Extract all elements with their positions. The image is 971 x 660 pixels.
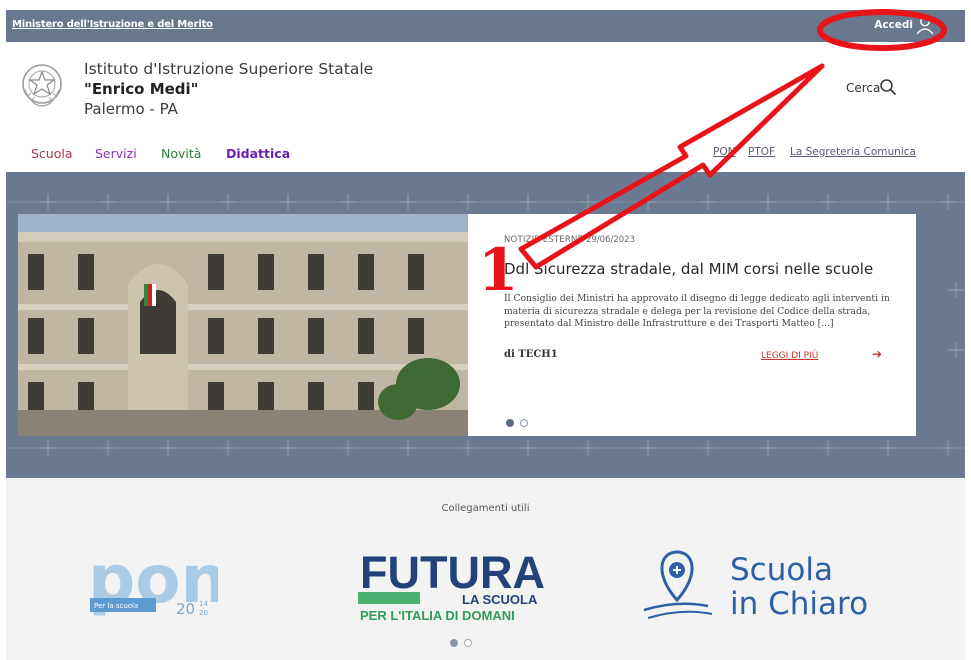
- pon-logo-year-top: 14: [199, 600, 208, 608]
- futura-logo-line3: PER L'ITALIA DI DOMANI: [360, 608, 515, 623]
- news-category[interactable]: NOTIZIE ESTERNE: [504, 235, 583, 245]
- institute-type[interactable]: Istituto d'Istruzione Superiore Statale: [84, 60, 373, 78]
- news-card: NOTIZIE ESTERNE 29/06/2023 Ddl Sicurezza…: [468, 214, 916, 436]
- user-icon[interactable]: [915, 15, 935, 35]
- ministry-link[interactable]: Ministero dell'Istruzione e del Merito: [12, 19, 213, 30]
- useful-links-heading: Collegamenti utili: [441, 503, 530, 514]
- read-more-link[interactable]: LEGGI DI PIÙ: [761, 351, 818, 361]
- nav-item-servizi[interactable]: Servizi: [95, 146, 137, 161]
- top-bar: Ministero dell'Istruzione e del Merito A…: [6, 10, 965, 42]
- scuola-in-chiaro-logo[interactable]: Scuola in Chiaro: [642, 544, 892, 624]
- quick-link-segreteria[interactable]: La Segreteria Comunica: [790, 146, 916, 158]
- carousel-dot-active[interactable]: [506, 419, 514, 427]
- links-carousel-dot[interactable]: [464, 639, 472, 647]
- nav-item-didattica[interactable]: Didattica: [226, 146, 290, 161]
- scuola-in-chiaro-line2: in Chiaro: [730, 586, 868, 622]
- quick-link-pon[interactable]: PON: [713, 146, 735, 158]
- news-date: 29/06/2023: [586, 235, 635, 245]
- news-image[interactable]: [18, 214, 468, 436]
- news-author: di TECH1: [504, 349, 558, 360]
- nav-item-novita[interactable]: Novità: [161, 146, 201, 161]
- nav-item-scuola[interactable]: Scuola: [31, 146, 73, 161]
- login-link[interactable]: Accedi: [874, 19, 913, 31]
- search-icon[interactable]: [879, 78, 897, 96]
- institute-location: Palermo - PA: [84, 100, 178, 118]
- pon-logo-year-bottom: 20: [199, 609, 208, 617]
- useful-links-section: Collegamenti utili pon Per la scuola 20 …: [6, 478, 965, 660]
- arrow-right-icon[interactable]: ➔: [872, 347, 882, 361]
- site-header: Istituto d'Istruzione Superiore Statale …: [6, 42, 965, 172]
- news-title[interactable]: Ddl Sicurezza stradale, dal MIM corsi ne…: [504, 260, 873, 278]
- news-carousel: NOTIZIE ESTERNE 29/06/2023 Ddl Sicurezza…: [6, 172, 965, 478]
- institute-name[interactable]: "Enrico Medi": [84, 80, 199, 98]
- scuola-in-chiaro-line1: Scuola: [730, 552, 833, 588]
- links-carousel-dot-active[interactable]: [450, 639, 458, 647]
- pon-logo[interactable]: pon Per la scuola 20 14 20: [88, 544, 218, 624]
- futura-logo-text: FUTURA: [360, 547, 545, 598]
- republic-emblem-icon[interactable]: [20, 60, 64, 112]
- futura-logo-line2: LA SCUOLA: [462, 592, 538, 607]
- carousel-dot[interactable]: [520, 419, 528, 427]
- search-label[interactable]: Cerca: [846, 81, 880, 95]
- quick-link-ptof[interactable]: PTOF: [748, 146, 775, 158]
- pon-logo-subtitle: Per la scuola: [94, 602, 138, 610]
- news-excerpt: Il Consiglio dei Ministri ha approvato i…: [504, 293, 890, 330]
- pon-logo-year: 20: [176, 600, 195, 618]
- futura-logo[interactable]: FUTURA LA SCUOLA PER L'ITALIA DI DOMANI: [356, 544, 562, 624]
